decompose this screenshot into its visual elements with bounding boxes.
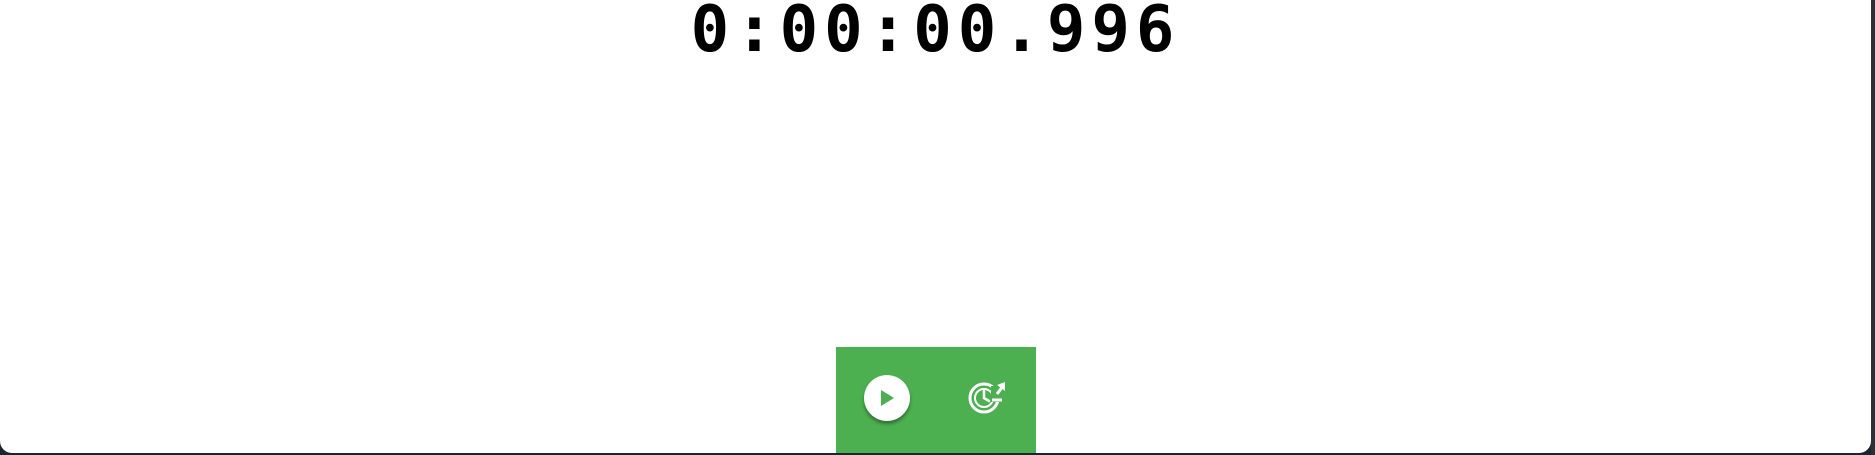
play-icon — [878, 388, 896, 408]
controls-panel — [836, 347, 1036, 453]
play-button[interactable] — [864, 375, 910, 421]
window-edge — [1871, 0, 1875, 455]
elapsed-time-display: 0:00:00.996 — [690, 0, 1181, 67]
stopwatch-window: 0:00:00.996 — [0, 0, 1871, 453]
reset-button[interactable] — [964, 375, 1010, 421]
reset-timer-icon — [965, 376, 1009, 420]
